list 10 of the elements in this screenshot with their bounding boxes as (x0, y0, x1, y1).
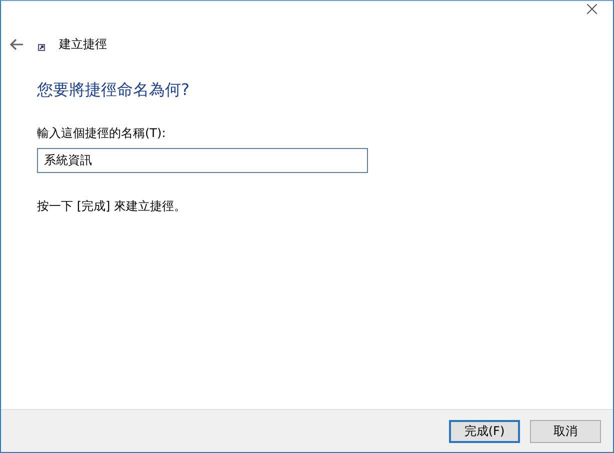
heading: 您要將捷徑命名為何? (37, 80, 190, 101)
field-label: 輸入這個捷徑的名稱(T): (37, 125, 166, 142)
finish-button[interactable]: 完成(F) (449, 420, 520, 442)
instruction-text: 按一下 [完成] 來建立捷徑。 (37, 198, 186, 215)
name-input-field[interactable]: 系統資訊 (37, 148, 368, 173)
back-arrow-icon[interactable] (10, 38, 23, 50)
window-title: 建立捷徑 (59, 36, 107, 52)
cancel-button[interactable]: 取消 (530, 420, 601, 442)
close-icon[interactable] (587, 4, 597, 14)
shortcut-icon (38, 44, 45, 50)
